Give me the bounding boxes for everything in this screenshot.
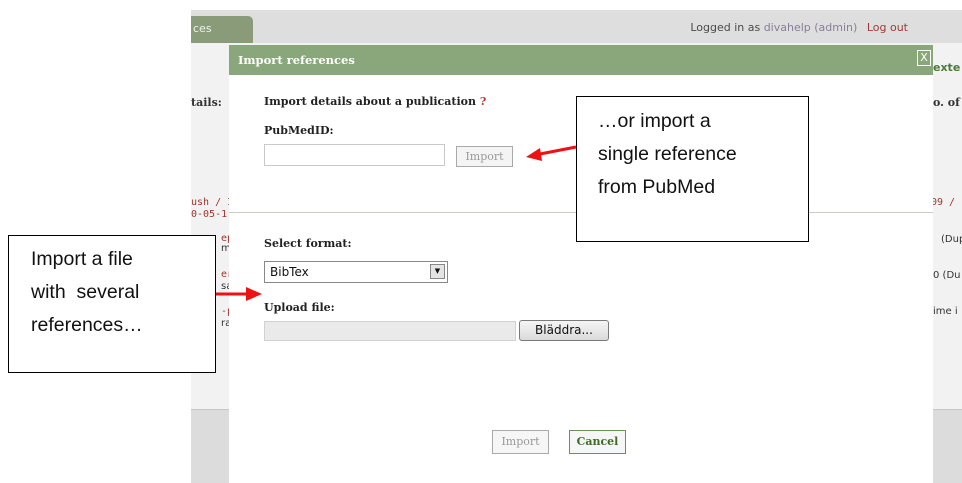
pubmed-arrow-icon: [526, 145, 577, 161]
file-arrow-icon: [216, 287, 262, 301]
callout-arrows: [216, 145, 577, 301]
